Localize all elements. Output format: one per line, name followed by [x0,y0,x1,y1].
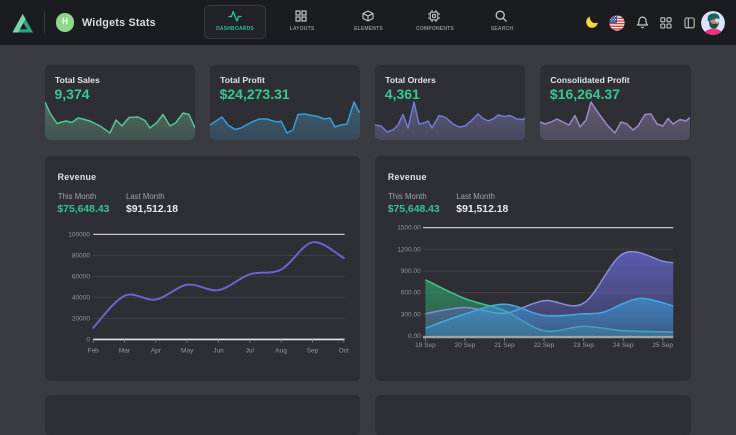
svg-text:100000: 100000 [68,231,90,238]
svg-text:Aug: Aug [275,348,287,355]
svg-text:Feb: Feb [88,348,100,355]
svg-text:21 Sep: 21 Sep [494,342,515,349]
svg-text:Mar: Mar [119,348,131,355]
svg-text:23 Sep: 23 Sep [574,342,595,349]
svg-text:19 Sep: 19 Sep [415,342,436,349]
svg-text:Sep: Sep [307,348,319,355]
svg-text:Jul: Jul [246,348,255,355]
svg-text:80000: 80000 [72,252,90,259]
svg-text:Jun: Jun [213,348,224,355]
svg-text:300.00: 300.00 [401,311,421,318]
svg-text:0: 0 [86,336,90,343]
svg-text:Apr: Apr [151,348,162,355]
svg-text:24 Sep: 24 Sep [613,342,634,349]
svg-text:40000: 40000 [72,294,90,301]
svg-text:600.00: 600.00 [401,290,421,297]
svg-text:60000: 60000 [72,273,90,280]
svg-text:20 Sep: 20 Sep [455,342,476,349]
svg-text:20000: 20000 [72,315,90,322]
svg-text:Oct: Oct [339,348,349,355]
svg-text:22 Sep: 22 Sep [534,342,555,349]
svg-text:May: May [181,348,194,355]
svg-text:900.00: 900.00 [401,268,421,275]
svg-text:25 Sep: 25 Sep [653,342,674,349]
svg-text:0.00: 0.00 [408,333,421,340]
svg-text:1200.00: 1200.00 [397,246,421,253]
svg-text:1500.00: 1500.00 [397,225,421,232]
